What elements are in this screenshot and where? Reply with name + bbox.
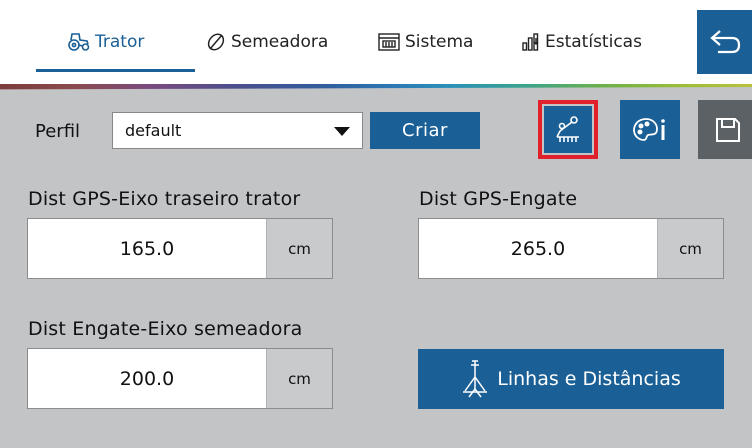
planter-icon [461,359,489,399]
gps-rear-axle-field: 165.0 cm [27,218,333,279]
tab-sistema[interactable]: Sistema [378,0,473,84]
back-button[interactable] [697,10,752,74]
system-panel-icon [378,33,400,51]
gps-hitch-input[interactable]: 265.0 [419,219,657,278]
gps-rear-axle-input[interactable]: 165.0 [28,219,266,278]
save-icon [714,116,742,144]
palette-info-icon [632,116,668,144]
profile-label: Perfil [35,121,81,142]
tab-estatisticas[interactable]: Estatísticas [522,0,642,84]
tab-sistema-label: Sistema [405,32,474,52]
statistics-icon [522,32,540,52]
chevron-down-icon [334,127,350,136]
profile-select-value: default [125,121,182,140]
implement-config-button[interactable] [538,100,598,159]
gps-hitch-label: Dist GPS-Engate [419,188,578,210]
tractor-icon [68,32,90,52]
tab-semeadora[interactable]: Semeadora [206,0,328,84]
gps-rear-axle-label: Dist GPS-Eixo traseiro trator [28,188,301,210]
tab-semeadora-label: Semeadora [231,32,329,52]
palette-info-button[interactable] [620,100,680,159]
gps-hitch-field: 265.0 cm [418,218,724,279]
top-tab-bar: Trator Semeadora Sistema Estatísticas [0,0,752,84]
hitch-seeder-axle-input[interactable]: 200.0 [28,349,266,408]
active-tab-indicator [36,69,195,72]
tab-trator-label: Trator [95,32,145,52]
create-profile-button[interactable]: Criar [370,112,480,149]
hitch-seeder-axle-field: 200.0 cm [27,348,333,409]
save-button[interactable] [698,100,752,159]
profile-select[interactable]: default [112,112,363,149]
brand-color-strip [0,84,752,90]
tab-estatisticas-label: Estatísticas [545,32,642,52]
hitch-seeder-axle-label: Dist Engate-Eixo semeadora [28,318,303,340]
implement-config-icon [554,115,582,145]
lines-distances-button[interactable]: Linhas e Distâncias [418,349,724,409]
seed-icon [206,32,226,52]
back-arrow-icon [708,27,742,57]
gps-hitch-unit: cm [657,219,723,278]
lines-distances-label: Linhas e Distâncias [497,368,681,390]
gps-rear-axle-unit: cm [266,219,332,278]
hitch-seeder-axle-unit: cm [266,349,332,408]
